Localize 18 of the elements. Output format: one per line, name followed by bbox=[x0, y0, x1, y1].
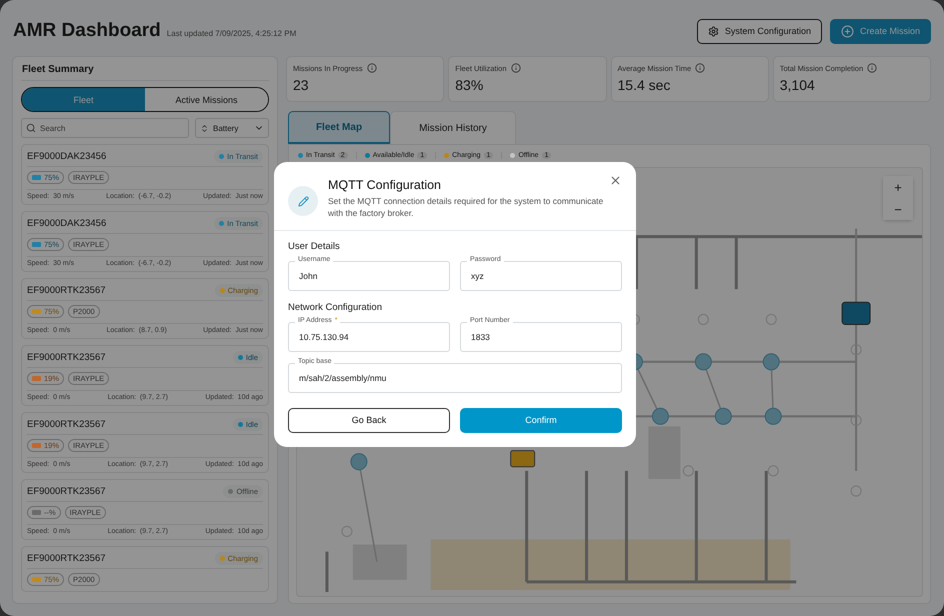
last-updated-text: Last updated 7/09/2025, 4:25:12 PM bbox=[166, 29, 296, 38]
section-title: Network Configuration bbox=[288, 302, 383, 313]
stat-value: 23 bbox=[293, 77, 310, 93]
robot-name: EF9000RTK23567 bbox=[27, 419, 106, 430]
robot-name: EF9000DAK23456 bbox=[27, 218, 106, 229]
robot-name: EF9000RTK23567 bbox=[27, 352, 106, 363]
panel-title: Fleet Summary bbox=[21, 64, 269, 81]
page-title: AMR Dashboard bbox=[13, 20, 161, 42]
robot-name: EF9000RTK23567 bbox=[27, 285, 106, 296]
robot-name: EF9000DAK23456 bbox=[27, 151, 106, 162]
dialog-description: Set the MQTT connection details required for the system to communicate with the factory broker. bbox=[328, 196, 604, 220]
dialog-title: MQTT Configuration bbox=[328, 178, 442, 192]
robot-name: EF9000RTK23567 bbox=[27, 486, 106, 497]
section-title: User Details bbox=[288, 240, 341, 252]
stat-value: 3,104 bbox=[780, 77, 816, 93]
stat-value: 83% bbox=[455, 77, 484, 93]
robot-name: EF9000RTK23567 bbox=[27, 553, 106, 564]
stat-value: 15.4 sec bbox=[618, 77, 672, 93]
